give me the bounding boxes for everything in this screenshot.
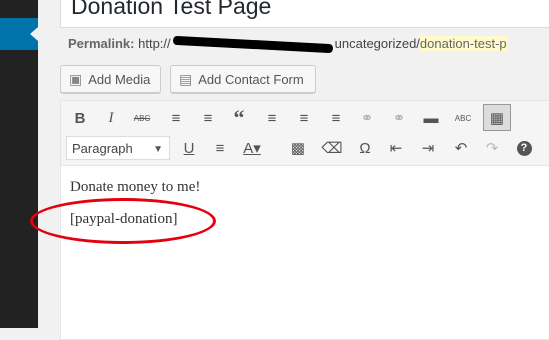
italic-icon[interactable]: I [99, 106, 123, 130]
align-left-icon[interactable]: ≡ [260, 106, 284, 130]
toolbar-toggle-icon[interactable]: ▦ [483, 104, 511, 131]
sidebar-active-arrow [30, 27, 38, 41]
underline-icon[interactable]: U [177, 136, 201, 160]
add-media-button[interactable]: ▣ Add Media [60, 65, 161, 93]
help-icon[interactable]: ? [512, 136, 536, 160]
add-contact-form-button[interactable]: ▤ Add Contact Form [170, 65, 316, 93]
insert-link-icon[interactable]: ⚭ [355, 106, 379, 130]
undo-icon[interactable]: ↶ [449, 136, 473, 160]
permalink-prefix[interactable]: http:// [138, 36, 171, 51]
permalink-middle[interactable]: uncategorized/ [335, 36, 420, 51]
bullet-list-icon[interactable]: ≡ [164, 106, 188, 130]
align-center-icon[interactable]: ≡ [292, 106, 316, 130]
strikethrough-icon[interactable]: ABC [130, 106, 154, 130]
indent-icon[interactable]: ⇥ [416, 136, 440, 160]
add-media-label: Add Media [88, 71, 151, 87]
align-right-icon[interactable]: ≡ [324, 106, 348, 130]
format-select-value: Paragraph [72, 140, 133, 156]
add-contact-form-label: Add Contact Form [198, 71, 304, 87]
highlight-oval [30, 198, 216, 244]
blockquote-icon[interactable]: “ [227, 105, 251, 130]
permalink-slug[interactable]: donation-test-p [419, 36, 507, 51]
redo-icon[interactable]: ↷ [480, 136, 504, 160]
remove-link-icon[interactable]: ⚭ [387, 106, 411, 130]
spellcheck-icon[interactable]: ABC [451, 106, 475, 130]
justify-icon[interactable]: ≡ [208, 136, 232, 160]
content-line-donate: Donate money to me! [70, 179, 201, 195]
form-icon: ▤ [179, 70, 193, 87]
admin-sidebar [0, 0, 38, 328]
paste-as-text-icon[interactable]: ▩ [286, 136, 310, 160]
permalink-row: Permalink: http:// uncategorized/donation… [68, 35, 507, 54]
read-more-icon[interactable]: ▬ [419, 106, 443, 130]
permalink-label: Permalink: [68, 36, 135, 51]
bold-icon[interactable]: B [68, 106, 92, 130]
numbered-list-icon[interactable]: ≡ [196, 106, 220, 130]
outdent-icon[interactable]: ⇤ [384, 136, 408, 160]
special-character-icon[interactable]: Ω [353, 136, 377, 160]
format-select[interactable]: Paragraph ▼ [66, 136, 170, 160]
chevron-down-icon: ▼ [153, 144, 163, 155]
clear-formatting-icon[interactable]: ⌫ [320, 136, 344, 160]
post-title[interactable]: Donation Test Page [71, 0, 271, 20]
media-icon: ▣ [69, 70, 83, 87]
text-color-icon[interactable]: A▾ [240, 136, 264, 160]
redaction-mark [172, 35, 333, 54]
